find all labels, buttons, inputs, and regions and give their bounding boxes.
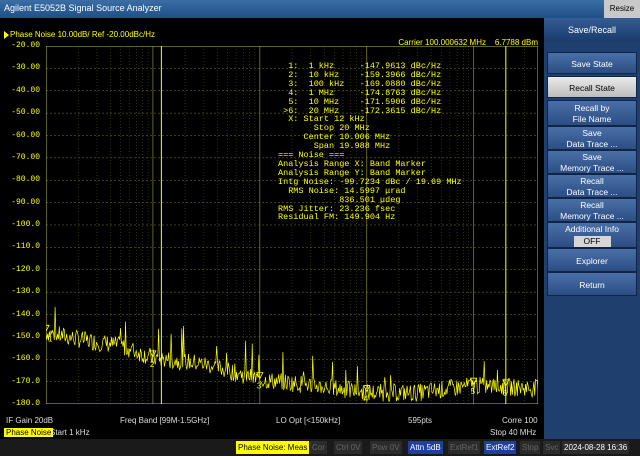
softkey-label: Recall	[580, 200, 604, 210]
y-tick-label: -30.00	[11, 63, 40, 73]
status-row: IF Gain 20dB Freq Band [99M-1.5GHz] LO O…	[0, 415, 544, 427]
softkey-label: Recall by	[574, 103, 610, 113]
save-memory-trace-button[interactable]: Save Memory Trace ...	[547, 150, 637, 174]
save-data-trace-button[interactable]: Save Data Trace ...	[547, 126, 637, 150]
app-title: Agilent E5052B Signal Source Analyzer	[4, 3, 162, 13]
marker-number-label: 3	[257, 382, 262, 391]
instrument-status-bar: Phase Noise: Meas Cor Ctrl 0V Pow 0V Att…	[0, 439, 640, 456]
recall-state-button[interactable]: Recall State	[547, 76, 637, 98]
phase-noise-graph: Phase Noise 10.00dB/ Ref -20.00dBc/Hz Ca…	[0, 18, 544, 415]
softkey-label: Save	[582, 152, 602, 162]
marker-number-label: 6	[503, 389, 508, 398]
softkey-label: Recall	[580, 176, 604, 186]
marker-readout-line: Residual FM: 149.904 Hz	[278, 212, 396, 223]
y-tick-label: -40.00	[11, 85, 40, 95]
lo-opt: LO Opt [<150kHz]	[276, 416, 341, 425]
marker-number-label: 4	[364, 395, 369, 404]
softkey-sublabel: Data Trace ...	[566, 187, 618, 197]
tab-phase-noise[interactable]: Phase Noise	[4, 428, 54, 437]
cor-indicator: Cor	[310, 441, 327, 454]
y-tick-label: -180.0	[11, 399, 40, 408]
y-tick-label: -60.00	[11, 130, 40, 140]
resize-button[interactable]: Resize	[604, 0, 640, 18]
marker-number-label: 1	[48, 334, 53, 343]
y-tick-label: -110.0	[11, 242, 40, 252]
y-tick-label: -90.00	[11, 197, 40, 207]
y-tick-label: -80.00	[11, 175, 40, 185]
attn-indicator: Attn 5dB	[408, 441, 443, 454]
extref1-indicator: ExtRef1	[448, 441, 481, 454]
points: 595pts	[408, 416, 433, 425]
marker-number-label: 2	[150, 360, 155, 369]
softkey-sublabel: Data Trace ...	[566, 139, 618, 149]
sweep-row: Phase Noise Start 1 kHz Stop 40 MHz	[0, 427, 544, 439]
softkey-label: Return	[579, 280, 605, 290]
title-bar: Agilent E5052B Signal Source Analyzer Re…	[0, 0, 640, 18]
softkey-menu-title: Save/Recall	[544, 18, 640, 42]
additional-info-state: OFF	[573, 236, 611, 247]
additional-info-button[interactable]: Additional Info OFF	[547, 222, 637, 248]
y-tick-label: -20.00	[11, 41, 40, 50]
y-axis-labels: -20.00 -30.00 -40.00 -50.00 -60.00 -70.00 -80.…	[0, 41, 44, 408]
marker-number-label: 5	[471, 387, 476, 396]
return-button[interactable]: Return	[547, 272, 637, 296]
save-state-button[interactable]: Save State	[547, 52, 637, 74]
y-tick-label: -150.0	[11, 331, 40, 341]
ctrl-indicator: Ctrl 0V	[334, 441, 363, 454]
date-time: 2024-08-28 16:36	[562, 441, 630, 454]
softkey-label: Save	[582, 128, 602, 138]
marker-readout: 1: 1 kHz -147.9613 dBc/Hz 2: 10 kHz -159…	[278, 62, 462, 222]
active-trace-arrow-icon	[4, 31, 9, 39]
softkey-label: Save State	[571, 59, 613, 69]
freq-band: Freq Band [99M-1.5GHz]	[120, 416, 210, 425]
sweep-stop: Stop 40 MHz	[490, 428, 537, 437]
stop-indicator: Stop	[520, 441, 541, 454]
extref2-indicator: ExtRef2	[484, 441, 517, 454]
recall-by-file-name-button[interactable]: Recall by File Name	[547, 100, 637, 126]
corre: Corre 100	[502, 416, 538, 425]
softkey-label: Additional Info	[565, 224, 619, 234]
y-tick-label: -140.0	[11, 309, 40, 319]
y-tick-label: -130.0	[11, 287, 40, 297]
softkey-sublabel: File Name	[572, 114, 612, 124]
softkey-label: Recall State	[569, 83, 615, 93]
pow-indicator: Pow 0V	[370, 441, 402, 454]
phase-noise-trace	[46, 306, 538, 402]
measurement-status: Phase Noise: Meas	[236, 441, 310, 454]
softkey-sublabel: Memory Trace ...	[560, 163, 624, 173]
if-gain: IF Gain 20dB	[6, 416, 54, 425]
y-tick-label: -100.0	[11, 220, 40, 229]
softkey-panel: Save/Recall Save State Recall State Reca…	[544, 18, 640, 439]
y-tick-label: -50.00	[11, 108, 40, 118]
y-tick-label: -70.00	[11, 152, 40, 162]
y-tick-label: -120.0	[11, 264, 40, 274]
softkey-sublabel: Memory Trace ...	[560, 211, 624, 221]
svc-indicator: Svc	[543, 441, 561, 454]
softkey-label: Explorer	[576, 256, 608, 266]
graph-header: Phase Noise 10.00dB/ Ref -20.00dBc/Hz	[10, 30, 155, 39]
sweep-start: Start 1 kHz	[50, 428, 90, 437]
y-tick-label: -160.0	[11, 354, 40, 364]
recall-data-trace-button[interactable]: Recall Data Trace ...	[547, 174, 637, 198]
explorer-button[interactable]: Explorer	[547, 248, 637, 272]
y-tick-label: -170.0	[11, 376, 40, 386]
recall-memory-trace-button[interactable]: Recall Memory Trace ...	[547, 198, 637, 222]
